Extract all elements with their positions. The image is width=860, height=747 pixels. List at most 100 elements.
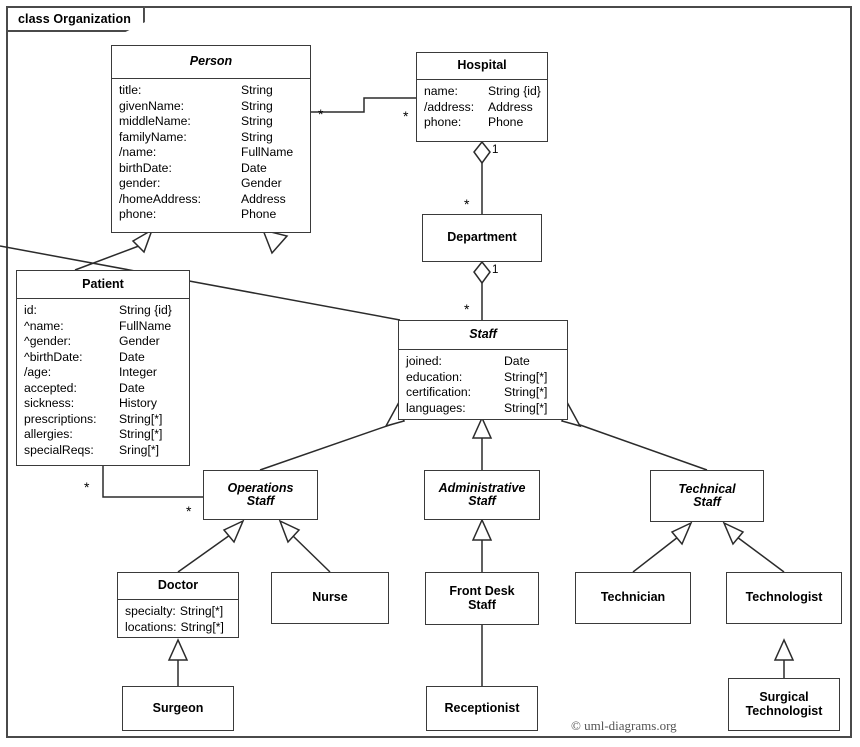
class-administrative-staff-name: Administrative Staff — [438, 480, 526, 508]
class-technologist[interactable]: Technologist — [726, 572, 842, 624]
attribute-row: education: String[*] — [406, 370, 567, 386]
class-technician[interactable]: Technician — [575, 572, 691, 624]
attribute-type: Address — [241, 191, 286, 206]
class-person[interactable]: Person title: String givenName: String mid… — [111, 45, 311, 233]
attribute-name: /address: — [424, 99, 475, 114]
attribute-name: sickness: — [24, 396, 75, 410]
class-surgical-technologist[interactable]: Surgical Technologist — [728, 678, 840, 731]
multiplicity-person-hospital-hospital: * — [403, 108, 409, 124]
attribute-name: title: — [119, 83, 142, 97]
class-department[interactable]: Department — [422, 214, 542, 262]
multiplicity-person-hospital-person: * — [318, 106, 324, 122]
attribute-type: String[*] — [179, 604, 224, 618]
attribute-type: String — [241, 129, 273, 144]
attribute-type: Date — [119, 349, 145, 364]
attribute-name: ^birthDate: — [24, 349, 83, 364]
class-administrative-staff[interactable]: Administrative Staff — [424, 470, 540, 520]
attribute-type: Gender — [241, 176, 282, 190]
attribute-row: accepted: Date — [24, 381, 189, 397]
attribute-type: Date — [119, 380, 145, 395]
attribute-row: id: String {id} — [24, 303, 189, 319]
attribute-name: /homeAddress: — [119, 191, 201, 206]
attribute-row: specialty: String[*] — [125, 604, 238, 620]
attribute-name: ^gender: — [24, 334, 72, 348]
class-technical-staff-name: Technical Staff — [678, 481, 736, 509]
attribute-type: String[*] — [504, 385, 548, 399]
attribute-name: specialty: — [125, 604, 176, 618]
attribute-name: phone: — [424, 115, 462, 129]
attribute-row: certification: String[*] — [406, 385, 567, 401]
attribute-name: ^name: — [24, 318, 64, 333]
attribute-row: middleName: String — [119, 114, 310, 130]
class-patient-name: Patient — [82, 276, 124, 291]
attribute-type: Address — [488, 99, 533, 114]
attribute-row: specialReqs: Sring[*] — [24, 443, 189, 459]
class-operations-staff-name: Operations Staff — [227, 480, 294, 508]
attribute-row: locations: String[*] — [125, 620, 238, 636]
class-hospital[interactable]: Hospital name: String {id} /address: Addre… — [416, 52, 548, 142]
multiplicity-patient-operations-staff: * — [186, 503, 192, 519]
class-receptionist[interactable]: Receptionist — [426, 686, 538, 731]
attribute-type: String — [241, 83, 273, 97]
attribute-row: joined: Date — [406, 354, 567, 370]
class-operations-staff[interactable]: Operations Staff — [203, 470, 318, 520]
attribute-name: prescriptions: — [24, 411, 97, 426]
class-staff-attributes: joined: Date education: String[*] certific… — [399, 349, 567, 420]
attribute-name: languages: — [406, 400, 466, 415]
class-front-desk-staff[interactable]: Front Desk Staff — [425, 572, 539, 625]
class-technologist-name: Technologist — [745, 590, 823, 605]
attribute-row: /address: Address — [424, 100, 547, 116]
attribute-row: languages: String[*] — [406, 401, 567, 417]
class-person-name: Person — [189, 54, 233, 69]
attribute-name: certification: — [406, 385, 472, 399]
diagram-frame-label-text: class Organization — [18, 12, 131, 26]
attribute-row: birthDate: Date — [119, 161, 310, 177]
class-hospital-attributes: name: String {id} /address: Address phone:… — [417, 79, 547, 135]
class-doctor-attributes: specialty: String[*] locations: String[*] — [118, 599, 238, 639]
attribute-type: Gender — [119, 334, 160, 348]
attribute-type: Phone — [241, 207, 277, 221]
class-surgeon[interactable]: Surgeon — [122, 686, 234, 731]
class-hospital-name: Hospital — [457, 58, 507, 73]
attribute-type: String[*] — [504, 400, 548, 415]
attribute-row: name: String {id} — [424, 84, 547, 100]
attribute-type: String[*] — [119, 411, 163, 426]
attribute-name: birthDate: — [119, 160, 172, 175]
attribute-row: /homeAddress: Address — [119, 192, 310, 208]
attribute-row: givenName: String — [119, 99, 310, 115]
attribute-row: familyName: String — [119, 130, 310, 146]
class-technical-staff[interactable]: Technical Staff — [650, 470, 764, 522]
class-surgeon-name: Surgeon — [152, 700, 204, 715]
attribute-row: sickness: History — [24, 396, 189, 412]
multiplicity-department-staff-many: * — [464, 301, 470, 317]
attribute-name: familyName: — [119, 129, 187, 144]
attribute-type: FullName — [119, 318, 172, 333]
class-patient[interactable]: Patient id: String {id} ^name: FullName ^g… — [16, 270, 190, 466]
attribute-type: Phone — [488, 115, 524, 129]
attribute-row: prescriptions: String[*] — [24, 412, 189, 428]
attribute-row: allergies: String[*] — [24, 427, 189, 443]
class-staff[interactable]: Staff joined: Date education: String[*] ce… — [398, 320, 568, 420]
attribute-type: Integer — [119, 365, 157, 379]
attribute-name: phone: — [119, 207, 157, 221]
class-nurse[interactable]: Nurse — [271, 572, 389, 624]
class-doctor[interactable]: Doctor specialty: String[*] locations: Str… — [117, 572, 239, 638]
attribute-row: title: String — [119, 83, 310, 99]
attribute-name: allergies: — [24, 427, 73, 441]
class-surgical-technologist-name: Surgical Technologist — [745, 690, 823, 718]
attribute-name: id: — [24, 303, 37, 317]
multiplicity-hospital-department-one: 1 — [492, 144, 499, 156]
class-technician-name: Technician — [600, 590, 666, 605]
class-doctor-name: Doctor — [157, 578, 199, 593]
attribute-type: Date — [504, 354, 530, 368]
class-front-desk-staff-name: Front Desk Staff — [449, 584, 515, 612]
attribute-name: locations: — [125, 619, 177, 634]
attribute-name: middleName: — [119, 114, 191, 128]
attribute-type: String[*] — [180, 619, 224, 634]
class-patient-attributes: id: String {id} ^name: FullName ^gender: Ge… — [17, 298, 189, 462]
attribute-name: givenName: — [119, 98, 185, 113]
attribute-type: FullName — [241, 145, 294, 159]
class-department-name: Department — [447, 230, 517, 245]
class-receptionist-name: Receptionist — [444, 700, 520, 715]
attribute-type: Date — [241, 160, 267, 175]
